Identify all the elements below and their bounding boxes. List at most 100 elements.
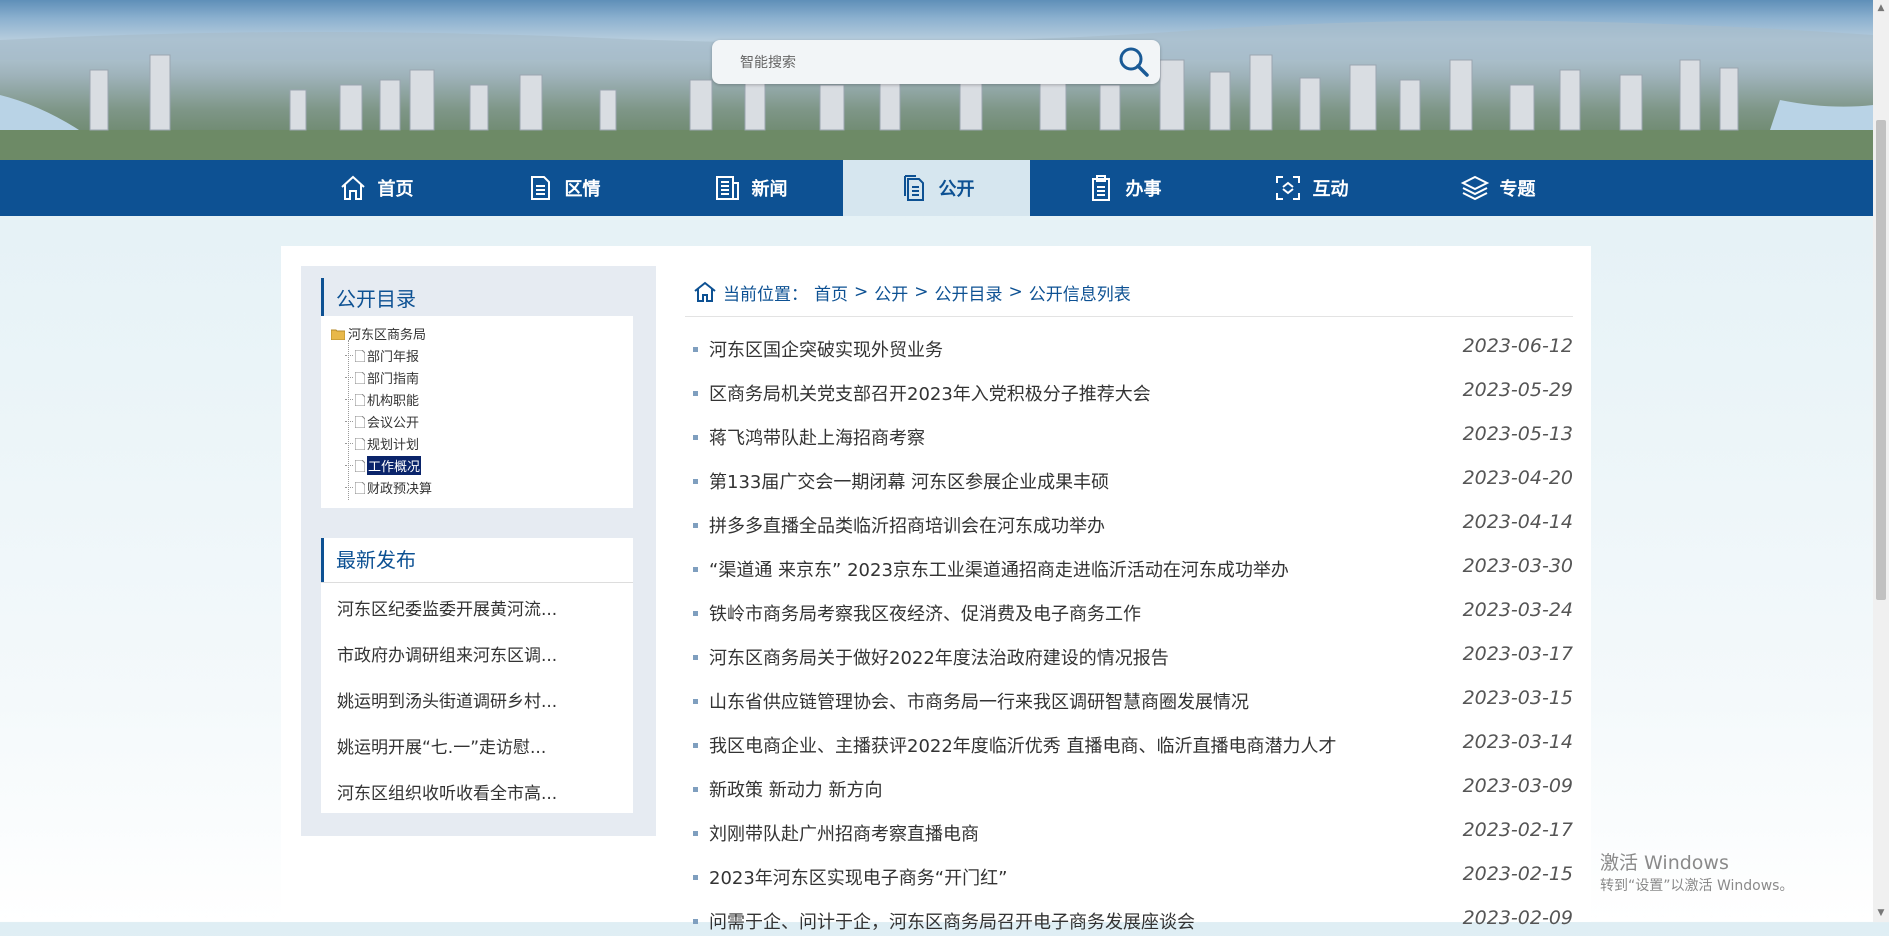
list-item-title[interactable]: 拼多多直播全品类临沂招商培训会在河东成功举办 [709, 512, 1105, 538]
clipboard-icon [1091, 175, 1110, 201]
list-item-date: 2023-03-09 [1462, 775, 1573, 797]
nav-label: 首页 [377, 179, 414, 200]
list-item-title[interactable]: 区商务局机关党支部召开2023年入党积极分子推荐大会 [709, 380, 1151, 406]
page-icon [355, 349, 365, 362]
latest-list: 河东区纪委监委开展黄河流... 市政府办调研组来河东区调... 姚运明到汤头街道… [321, 582, 633, 813]
list-item-title[interactable]: 新政策 新动力 新方向 [709, 776, 882, 802]
bullet [693, 831, 698, 836]
tree-root[interactable]: 河东区商务局 [331, 324, 426, 343]
search-icon[interactable] [1116, 44, 1152, 80]
bullet [693, 523, 698, 528]
tree-node[interactable]: 部门年报 [345, 346, 419, 365]
bullet [693, 611, 698, 616]
main-nav: 首页 区情 新闻 公开 办事 互动 专题 [0, 160, 1873, 216]
nav-home[interactable]: 首页 [282, 160, 469, 216]
breadcrumb-home[interactable]: 首页 [814, 280, 848, 305]
nav-topics[interactable]: 专题 [1404, 160, 1591, 216]
tree-node[interactable]: 部门指南 [345, 368, 419, 387]
nav-label: 公开 [938, 179, 975, 200]
bullet [693, 567, 698, 572]
scrollbar[interactable]: ▲ ▼ [1873, 0, 1889, 922]
list-item-title[interactable]: 第133届广交会一期闭幕 河东区参展企业成果丰硕 [709, 468, 1109, 494]
city-banner [0, 0, 1873, 160]
list-item-date: 2023-03-24 [1462, 599, 1573, 621]
latest-item[interactable]: 姚运明开展“七.一”走访慰... [337, 733, 627, 757]
scroll-thumb[interactable] [1876, 120, 1886, 600]
tree-node-selected[interactable]: 工作概况 [345, 456, 422, 475]
page-icon [355, 437, 365, 450]
latest-item[interactable]: 姚运明到汤头街道调研乡村... [337, 687, 627, 711]
list-item-date: 2023-03-17 [1462, 643, 1573, 665]
list-item-title[interactable]: “渠道通 来京东” 2023京东工业渠道通招商走进临沂活动在河东成功举办 [709, 556, 1289, 582]
latest-item[interactable]: 市政府办调研组来河东区调... [337, 641, 627, 665]
tree-node-label: 工作概况 [367, 456, 422, 475]
tree-node[interactable]: 规划计划 [345, 434, 419, 453]
latest-item[interactable]: 河东区纪委监委开展黄河流... [337, 595, 627, 619]
tree-node[interactable]: 财政预决算 [345, 478, 432, 497]
page-icon [355, 371, 365, 384]
nav-label: 新闻 [751, 179, 788, 200]
tree-root-label: 河东区商务局 [348, 328, 427, 343]
nav-label: 互动 [1312, 179, 1349, 200]
news-icon [715, 176, 739, 200]
breadcrumb-sep: > [854, 282, 869, 302]
tree-node-label: 部门指南 [367, 372, 420, 387]
list-item: 河东区商务局关于做好2022年度法治政府建设的情况报告 2023-03-17 [693, 642, 1573, 672]
list-item-title[interactable]: 铁岭市商务局考察我区夜经济、促消费及电子商务工作 [709, 600, 1141, 626]
interact-icon [1275, 176, 1300, 200]
nav-news[interactable]: 新闻 [656, 160, 843, 216]
breadcrumb-current[interactable]: 公开信息列表 [1029, 280, 1131, 305]
list-item: 山东省供应链管理协会、市商务局一行来我区调研智慧商圈发展情况 2023-03-15 [693, 686, 1573, 716]
nav-interact[interactable]: 互动 [1217, 160, 1404, 216]
list-item-title[interactable]: 问需于企、问计于企，河东区商务局召开电子商务发展座谈会 [709, 908, 1195, 934]
list-item-title[interactable]: 山东省供应链管理协会、市商务局一行来我区调研智慧商圈发展情况 [709, 688, 1249, 714]
list-item-date: 2023-05-29 [1462, 379, 1573, 401]
home-icon [340, 175, 365, 200]
bullet [693, 435, 698, 440]
list-item-date: 2023-02-09 [1462, 907, 1573, 929]
bullet [693, 699, 698, 704]
latest-item[interactable]: 河东区组织收听收看全市高... [337, 779, 627, 803]
windows-watermark-title: 激活 Windows [1600, 852, 1729, 874]
list-item: 拼多多直播全品类临沂招商培训会在河东成功举办 2023-04-14 [693, 510, 1573, 540]
bullet [693, 391, 698, 396]
scroll-down-icon[interactable]: ▼ [1876, 908, 1886, 918]
list-item: 2023年河东区实现电子商务“开门红” 2023-02-15 [693, 862, 1573, 892]
nav-district[interactable]: 区情 [469, 160, 656, 216]
breadcrumb-catalog[interactable]: 公开目录 [935, 280, 1003, 305]
list-item: 新政策 新动力 新方向 2023-03-09 [693, 774, 1573, 804]
list-item: 河东区国企突破实现外贸业务 2023-06-12 [693, 334, 1573, 364]
breadcrumb-public[interactable]: 公开 [874, 280, 908, 305]
list-item-title[interactable]: 河东区国企突破实现外贸业务 [709, 336, 943, 362]
nav-public[interactable]: 公开 [843, 160, 1030, 216]
bullet [693, 743, 698, 748]
list-item-title[interactable]: 蒋飞鸿带队赴上海招商考察 [709, 424, 925, 450]
tree-node-label: 规划计划 [367, 438, 420, 453]
list-item-date: 2023-02-17 [1462, 819, 1573, 841]
breadcrumb-sep: > [914, 282, 929, 302]
list-item-title[interactable]: 我区电商企业、主播获评2022年度临沂优秀 直播电商、临沂直播电商潜力人才 [709, 732, 1337, 758]
folder-icon [331, 329, 345, 340]
nav-services[interactable]: 办事 [1030, 160, 1217, 216]
list-item-title[interactable]: 河东区商务局关于做好2022年度法治政府建设的情况报告 [709, 644, 1169, 670]
breadcrumb: 当前位置： 首页 > 公开 > 公开目录 > 公开信息列表 [693, 276, 1131, 308]
windows-watermark-subtitle: 转到“设置”以激活 Windows。 [1600, 878, 1794, 894]
list-item: 第133届广交会一期闭幕 河东区参展企业成果丰硕 2023-04-20 [693, 466, 1573, 496]
bullet [693, 875, 698, 880]
tree-node[interactable]: 机构职能 [345, 390, 419, 409]
tree-node[interactable]: 会议公开 [345, 412, 419, 431]
tree-node-label: 会议公开 [367, 416, 420, 431]
bullet [693, 655, 698, 660]
breadcrumb-divider [685, 316, 1573, 317]
document-icon [530, 176, 550, 200]
list-item-title[interactable]: 刘刚带队赴广州招商考察直播电商 [709, 820, 979, 846]
search-input[interactable] [738, 50, 1102, 76]
search-box [712, 40, 1160, 84]
breadcrumb-sep: > [1008, 282, 1023, 302]
list-item-title[interactable]: 2023年河东区实现电子商务“开门红” [709, 864, 1007, 890]
list-item-date: 2023-02-15 [1462, 863, 1573, 885]
scroll-up-icon[interactable]: ▲ [1876, 3, 1886, 13]
content-area: 公开目录 河东区商务局 部门年报 部门指南 机构职能 会议公开 规划计划 工作概… [281, 246, 1591, 933]
list-item-date: 2023-03-15 [1462, 687, 1573, 709]
list-item: 问需于企、问计于企，河东区商务局召开电子商务发展座谈会 2023-02-09 [693, 906, 1573, 936]
